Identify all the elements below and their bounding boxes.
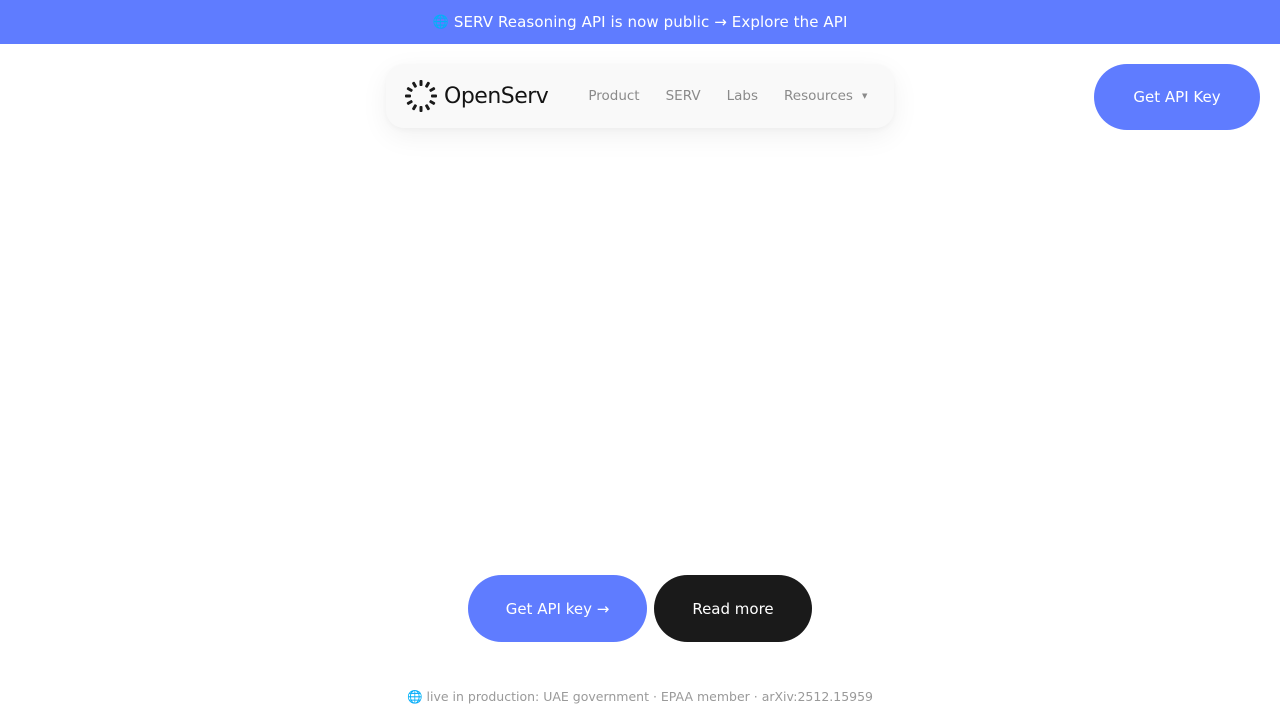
nav-link-resources[interactable]: Resources ▼ [784, 88, 867, 104]
hero-cta-row: Get API key → Read more [468, 575, 812, 642]
caret-down-icon: ▼ [861, 92, 868, 100]
brand-logo[interactable]: OpenServ [404, 79, 549, 113]
hero-get-api-key-button[interactable]: Get API key → [468, 575, 647, 642]
announcement-text[interactable]: SERV Reasoning API is now public → Explo… [454, 13, 848, 31]
main-navbar: OpenServ Product SERV Labs Resources ▼ [386, 64, 894, 128]
openserv-logo-icon [405, 80, 437, 112]
globe-icon: 🌐 [432, 14, 449, 30]
nav-link-labs[interactable]: Labs [727, 88, 758, 104]
nav-link-resources-label: Resources [783, 88, 853, 104]
nav-links: Product SERV Labs Resources ▼ [588, 88, 893, 104]
read-more-button[interactable]: Read more [654, 575, 812, 642]
get-api-key-button[interactable]: Get API Key [1094, 64, 1260, 130]
nav-link-serv[interactable]: SERV [666, 88, 701, 104]
production-note: 🌐 live in production: UAE government · E… [0, 689, 1280, 705]
announcement-banner[interactable]: 🌐 SERV Reasoning API is now public → Exp… [0, 0, 1280, 44]
nav-link-product[interactable]: Product [588, 88, 639, 104]
production-note-text: live in production: UAE government · EPA… [426, 689, 874, 704]
brand-name: OpenServ [444, 83, 549, 109]
globe-icon: 🌐 [406, 689, 423, 704]
